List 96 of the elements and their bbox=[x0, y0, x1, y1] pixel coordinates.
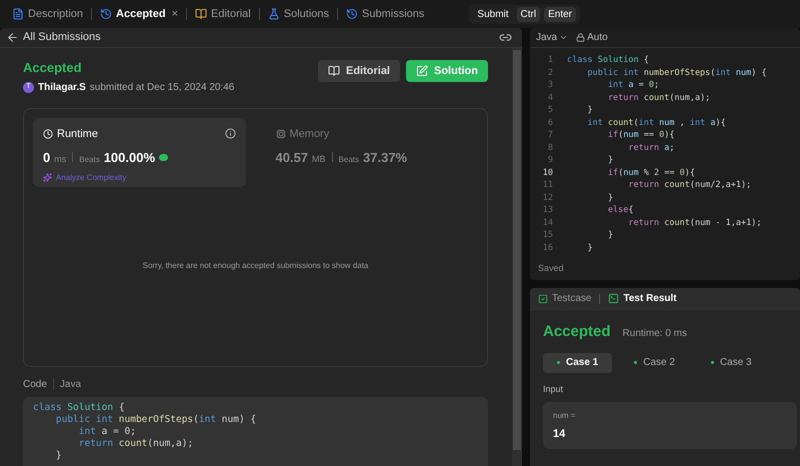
code-line: } bbox=[586, 104, 593, 116]
empty-message: Sorry, there are not enough accepted submissions to show data bbox=[142, 260, 368, 272]
submit-button[interactable]: Submit bbox=[473, 6, 513, 22]
code-line: public int numberOfSteps(int num) { bbox=[586, 66, 767, 79]
line-number: 2 bbox=[546, 66, 553, 79]
beats-label: Beats bbox=[338, 154, 360, 166]
terminal-icon bbox=[608, 293, 620, 304]
line-number: 3 bbox=[546, 79, 553, 92]
stat-unit: ms bbox=[54, 153, 66, 166]
book-icon bbox=[328, 65, 340, 77]
edit-icon bbox=[416, 65, 428, 77]
beats-value: 37.37% bbox=[363, 149, 408, 167]
code-line: } bbox=[606, 154, 614, 166]
case-tab[interactable]: Case 1 bbox=[543, 352, 612, 372]
save-status: Saved bbox=[538, 262, 564, 276]
code-line: } bbox=[606, 192, 614, 204]
beats-label: Beats bbox=[79, 154, 100, 166]
code-line: } bbox=[54, 450, 62, 462]
code-line: return count(num - 1,a+1); bbox=[627, 216, 762, 229]
code-line: public int numberOfSteps(int num) { bbox=[54, 414, 256, 426]
line-number: 11 bbox=[542, 179, 553, 192]
line-number: 10 bbox=[542, 166, 553, 179]
clock-icon bbox=[43, 128, 53, 139]
code-line: int count(int num , int a){ bbox=[586, 116, 726, 129]
tab[interactable]: Solutions bbox=[264, 6, 334, 22]
line-number: 8 bbox=[546, 142, 553, 154]
info-icon[interactable] bbox=[224, 128, 236, 140]
line-number: 6 bbox=[546, 116, 553, 129]
code-line: } bbox=[586, 242, 593, 254]
stat-value: 40.57 bbox=[276, 149, 308, 167]
line-number: 9 bbox=[546, 154, 553, 166]
code-line: if(num == 0){ bbox=[606, 129, 675, 142]
line-number: 4 bbox=[546, 92, 553, 104]
code-line: class Solution { bbox=[567, 54, 649, 66]
key-label: Enter bbox=[544, 6, 576, 22]
line-number: 12 bbox=[542, 192, 553, 204]
flask-icon bbox=[268, 8, 280, 20]
stat-card[interactable]: Runtime 0 ms Beats 100.00% Analyze Complexity bbox=[33, 118, 246, 186]
code-line: if(num % 2 == 0){ bbox=[606, 166, 696, 179]
case-tab[interactable]: Case 3 bbox=[696, 352, 766, 372]
badge-icon bbox=[159, 154, 168, 162]
mode-label: Auto bbox=[587, 31, 608, 45]
line-number: 5 bbox=[546, 104, 553, 116]
tab[interactable]: Editorial bbox=[191, 6, 255, 22]
line-number: 13 bbox=[542, 204, 553, 216]
code-line: class Solution { bbox=[33, 402, 125, 414]
close-button[interactable]: × bbox=[172, 6, 178, 22]
result-status: Accepted bbox=[543, 322, 611, 342]
key-label: Ctrl bbox=[516, 6, 540, 22]
line-number: 1 bbox=[546, 54, 553, 66]
param-value: 14 bbox=[553, 427, 566, 442]
tab[interactable]: Test Result bbox=[608, 291, 677, 306]
chip-icon bbox=[276, 128, 286, 139]
code-line: } bbox=[606, 229, 614, 242]
tab[interactable]: Submissions bbox=[342, 6, 428, 22]
line-number: 15 bbox=[542, 229, 553, 242]
editorial-button[interactable]: Editorial bbox=[318, 60, 400, 82]
code-line: else{ bbox=[606, 204, 634, 216]
tab[interactable]: Description bbox=[8, 6, 88, 22]
language-select[interactable]: Java bbox=[536, 30, 558, 45]
checkbox-icon bbox=[538, 294, 548, 304]
code-line: return count(num,a); bbox=[606, 92, 710, 104]
clock-icon bbox=[346, 8, 358, 20]
submitted-time: submitted at Dec 15, 2024 20:46 bbox=[90, 80, 234, 94]
code-line: int a = 0; bbox=[606, 79, 660, 92]
runtime-text: Runtime: 0 ms bbox=[622, 327, 687, 341]
language-label: Java bbox=[60, 378, 82, 392]
case-tab[interactable]: Case 2 bbox=[620, 352, 689, 372]
chevron-down-icon bbox=[559, 33, 568, 42]
line-number: 7 bbox=[546, 129, 553, 142]
param-name: num = bbox=[553, 410, 576, 422]
line-number: 16 bbox=[542, 242, 553, 254]
input-label: Input bbox=[543, 382, 564, 396]
back-arrow-icon[interactable] bbox=[6, 31, 19, 44]
document-icon bbox=[12, 8, 24, 20]
tab[interactable]: Testcase bbox=[538, 291, 592, 306]
stat-title: Memory bbox=[290, 126, 330, 142]
stat-unit: MB bbox=[312, 153, 326, 166]
code-line: int a = 0; bbox=[78, 426, 136, 438]
back-link[interactable]: All Submissions bbox=[23, 29, 101, 46]
stat-title: Runtime bbox=[57, 126, 98, 142]
code-line: return count(num/2,a+1); bbox=[627, 179, 752, 192]
code-label: Code bbox=[23, 378, 47, 392]
tab[interactable]: Accepted × bbox=[96, 6, 182, 22]
book-icon bbox=[195, 8, 207, 20]
code-line: return a; bbox=[627, 142, 674, 154]
stat-card[interactable]: Memory 40.57 MB Beats 37.37% bbox=[266, 118, 478, 186]
stat-value: 0 bbox=[43, 149, 50, 167]
lock-icon bbox=[576, 33, 586, 42]
sparkle-icon bbox=[43, 173, 52, 182]
beats-value: 100.00% bbox=[104, 149, 156, 167]
username[interactable]: Thilagar.S bbox=[38, 80, 86, 94]
line-number: 14 bbox=[542, 216, 553, 229]
code-line: return count(num,a); bbox=[78, 438, 194, 450]
status-text: Accepted bbox=[23, 59, 83, 77]
clock-icon bbox=[100, 8, 112, 20]
